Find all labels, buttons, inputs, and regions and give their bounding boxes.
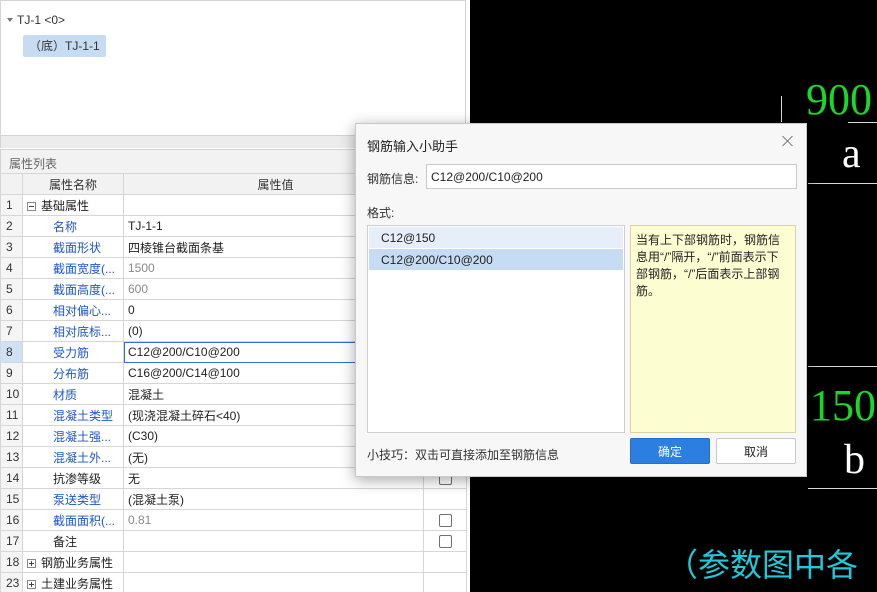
row-number: 14 — [0, 467, 23, 489]
row-number: 5 — [0, 278, 23, 300]
property-extra-cell — [423, 509, 467, 531]
row-number: 8 — [0, 341, 23, 363]
property-name[interactable]: 备注 — [22, 530, 124, 552]
property-group-name[interactable]: 基础属性 — [22, 194, 124, 216]
property-value[interactable] — [123, 572, 424, 592]
collapse-icon[interactable] — [27, 201, 36, 211]
row-number: 18 — [0, 551, 23, 573]
property-name[interactable]: 受力筋 — [22, 341, 124, 363]
row-number: 13 — [0, 446, 23, 468]
property-name[interactable]: 材质 — [22, 383, 124, 405]
dimension-line — [808, 183, 877, 184]
row-number: 17 — [0, 530, 23, 552]
expand-icon[interactable] — [27, 558, 36, 568]
property-name[interactable]: 分布筋 — [22, 362, 124, 384]
rebar-info-input[interactable] — [426, 164, 797, 189]
row-number: 6 — [0, 299, 23, 321]
cancel-button[interactable]: 取消 — [716, 438, 796, 464]
row-number: 1 — [0, 194, 23, 216]
rebar-info-label: 钢筋信息: — [367, 172, 419, 186]
group-label: 钢筋业务属性 — [41, 555, 114, 570]
format-list-item[interactable]: C12@200/C10@200 — [369, 249, 623, 271]
format-hint-text: 当有上下部钢筋时，钢筋信息用“/”隔开，“/”前面表示下部钢筋，“/”后面表示上… — [630, 225, 796, 433]
tip-text: 小技巧：双击可直接添加至钢筋信息 — [367, 448, 560, 462]
property-checkbox[interactable] — [438, 514, 452, 528]
row-number: 10 — [0, 383, 23, 405]
tree-root-label: TJ-1 <0> — [17, 13, 66, 27]
row-number: 11 — [0, 404, 23, 426]
property-name[interactable]: 截面形状 — [22, 236, 124, 258]
row-number: 4 — [0, 257, 23, 279]
rebar-input-dialog: 钢筋输入小助手 钢筋信息: 格式: C12@150C12@200/C10@200… — [355, 123, 807, 477]
cad-dimension-bottom: 1500 — [810, 381, 877, 430]
cad-label-b: b — [844, 437, 865, 483]
property-name[interactable]: 相对偏心... — [22, 299, 124, 321]
tree-root-node[interactable]: TJ-1 <0> — [7, 13, 65, 27]
expand-icon[interactable] — [27, 579, 36, 589]
property-row[interactable]: 15 泵送类型 (混凝土泵) — [0, 488, 467, 510]
property-row[interactable]: 16 截面面积(... 0.81 — [0, 509, 467, 531]
property-value[interactable]: 0.81 — [123, 509, 424, 531]
property-value[interactable] — [123, 551, 424, 573]
property-name[interactable]: 截面高度(... — [22, 278, 124, 300]
row-number: 16 — [0, 509, 23, 531]
tree-child-node[interactable]: （底）TJ-1-1 — [23, 35, 106, 57]
property-extra-cell — [423, 551, 467, 573]
row-number-header — [0, 173, 23, 195]
property-name[interactable]: 截面面积(... — [22, 509, 124, 531]
cad-label-a: a — [842, 131, 861, 177]
property-name[interactable]: 名称 — [22, 215, 124, 237]
format-list-item[interactable]: C12@150 — [369, 227, 623, 249]
dimension-line — [808, 366, 877, 367]
property-value[interactable]: (混凝土泵) — [123, 488, 424, 510]
cad-note-text: （参数图中各 — [666, 546, 859, 584]
property-row[interactable]: 23 土建业务属性 — [0, 572, 467, 592]
property-panel-title: 属性列表 — [9, 157, 58, 171]
row-number: 9 — [0, 362, 23, 384]
format-list[interactable]: C12@150 C12@200/C10@200 — [367, 225, 625, 433]
format-label: 格式: — [367, 206, 395, 220]
property-extra-cell — [423, 488, 467, 510]
column-header-name: 属性名称 — [22, 173, 124, 195]
collapse-caret-icon[interactable] — [7, 18, 13, 22]
property-name[interactable]: 相对底标... — [22, 320, 124, 342]
row-number: 12 — [0, 425, 23, 447]
property-extra-cell — [423, 572, 467, 592]
property-name[interactable]: 截面宽度(... — [22, 257, 124, 279]
row-number: 7 — [0, 320, 23, 342]
row-number: 15 — [0, 488, 23, 510]
property-name[interactable]: 泵送类型 — [22, 488, 124, 510]
confirm-button[interactable]: 确定 — [630, 438, 710, 464]
property-name[interactable]: 抗渗等级 — [22, 467, 124, 489]
dimension-tick — [781, 96, 782, 122]
row-number: 2 — [0, 215, 23, 237]
property-name[interactable]: 混凝土强... — [22, 425, 124, 447]
property-row[interactable]: 17 备注 — [0, 530, 467, 552]
property-checkbox[interactable] — [438, 535, 452, 549]
property-row[interactable]: 18 钢筋业务属性 — [0, 551, 467, 573]
property-value[interactable] — [123, 530, 424, 552]
dimension-line — [808, 488, 877, 489]
property-name[interactable]: 混凝土外... — [22, 446, 124, 468]
property-group-name[interactable]: 钢筋业务属性 — [22, 551, 124, 573]
row-number: 3 — [0, 236, 23, 258]
row-number: 23 — [0, 572, 23, 592]
cad-dimension-top: 900 — [806, 75, 872, 124]
dialog-title: 钢筋输入小助手 — [367, 139, 459, 154]
property-group-name[interactable]: 土建业务属性 — [22, 572, 124, 592]
close-icon[interactable] — [780, 133, 796, 149]
property-name[interactable]: 混凝土类型 — [22, 404, 124, 426]
component-tree: TJ-1 <0> （底）TJ-1-1 — [0, 0, 466, 136]
group-label: 基础属性 — [41, 198, 90, 213]
property-extra-cell — [423, 530, 467, 552]
group-label: 土建业务属性 — [41, 576, 114, 591]
